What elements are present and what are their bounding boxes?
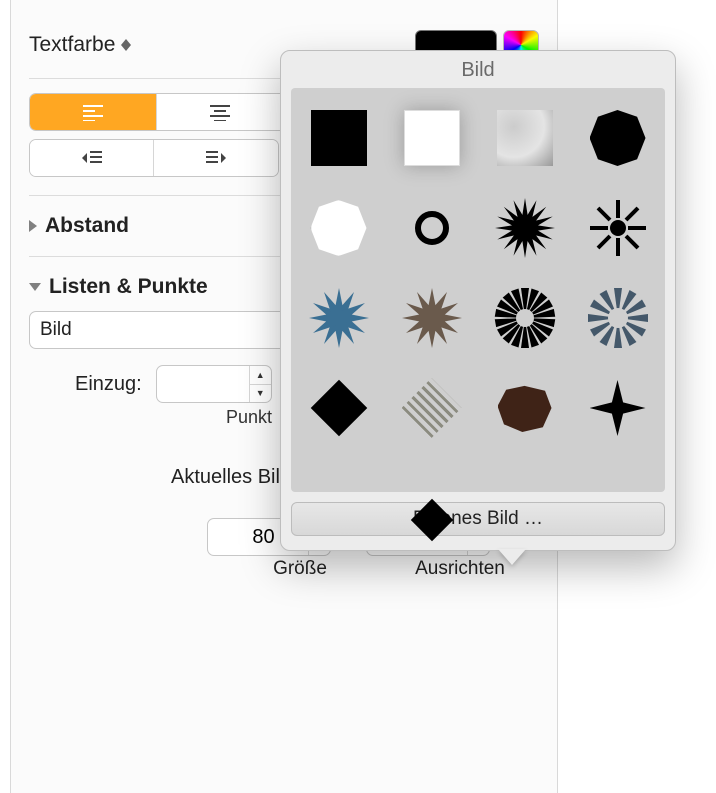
bullet-option[interactable] <box>307 106 371 170</box>
listen-label: Listen & Punkte <box>49 275 208 299</box>
size-align-sublabels: Größe Ausrichten <box>29 558 539 580</box>
einzug-punkt-field[interactable]: ▲ ▼ <box>156 365 272 403</box>
updown-chevron-icon <box>121 39 131 51</box>
bullet-option[interactable] <box>400 286 464 350</box>
einzug-punkt-input[interactable] <box>157 366 249 402</box>
textcolor-popup[interactable]: Textfarbe <box>29 33 131 57</box>
popover-title: Bild <box>291 59 665 82</box>
bullet-option[interactable] <box>400 106 464 170</box>
bullet-blob-white-icon <box>311 200 367 256</box>
bullet-pinwheel-black-icon <box>494 287 556 349</box>
size-sublabel: Größe <box>225 558 375 580</box>
chevron-down-icon <box>29 283 41 291</box>
bullet-image-popover: Bild <box>280 50 676 551</box>
bullet-scribble-diamond-icon <box>402 378 462 438</box>
popover-caret-icon <box>498 549 526 565</box>
bullet-4point-star-icon <box>590 380 646 436</box>
bullet-option[interactable] <box>586 286 650 350</box>
indent-button[interactable] <box>154 140 277 176</box>
chevron-right-icon <box>29 220 37 232</box>
bullet-starburst-black-icon <box>495 198 555 258</box>
bullet-option[interactable] <box>493 196 557 260</box>
bullet-option[interactable] <box>400 376 464 440</box>
bullet-option[interactable] <box>307 286 371 350</box>
bullet-diamond-small-icon <box>310 380 367 437</box>
stepper[interactable]: ▲ ▼ <box>249 366 271 402</box>
textcolor-label: Textfarbe <box>29 33 115 57</box>
align-center-button[interactable] <box>157 94 284 130</box>
bullet-starburst-brown-icon <box>402 288 462 348</box>
bullet-square-white-icon <box>404 110 460 166</box>
step-up-icon[interactable]: ▲ <box>250 366 271 385</box>
bullet-type-value: Bild <box>40 319 72 341</box>
bullet-option[interactable] <box>493 286 557 350</box>
bullet-pinwheel-slate-icon <box>587 287 649 349</box>
einzug-label: Einzug: <box>75 373 142 396</box>
bullet-option[interactable] <box>307 196 371 260</box>
bullet-square-black-icon <box>311 110 367 166</box>
indent-segmented <box>29 139 279 177</box>
bullet-square-gradient-icon <box>497 110 553 166</box>
bullet-option[interactable] <box>307 376 371 440</box>
bullet-blob-brown-icon <box>498 384 552 432</box>
abstand-label: Abstand <box>45 214 129 238</box>
step-down-icon[interactable]: ▼ <box>250 385 271 403</box>
bullet-blob-black-icon <box>590 110 646 166</box>
bullet-ring-icon <box>415 211 449 245</box>
bullet-option[interactable] <box>586 196 650 260</box>
bullet-starburst-blue-icon <box>309 288 369 348</box>
bullet-option[interactable] <box>493 106 557 170</box>
bullet-image-grid <box>291 88 665 492</box>
bullet-option[interactable] <box>400 196 464 260</box>
bullet-starburst-outline-icon <box>588 198 648 258</box>
bullet-option[interactable] <box>586 106 650 170</box>
bullet-option[interactable] <box>586 376 650 440</box>
align-left-button[interactable] <box>30 94 157 130</box>
outdent-button[interactable] <box>30 140 154 176</box>
custom-image-button[interactable]: Eigenes Bild … <box>291 502 665 536</box>
bullet-option[interactable] <box>493 376 557 440</box>
current-image-label: Aktuelles Bild: <box>171 466 297 489</box>
